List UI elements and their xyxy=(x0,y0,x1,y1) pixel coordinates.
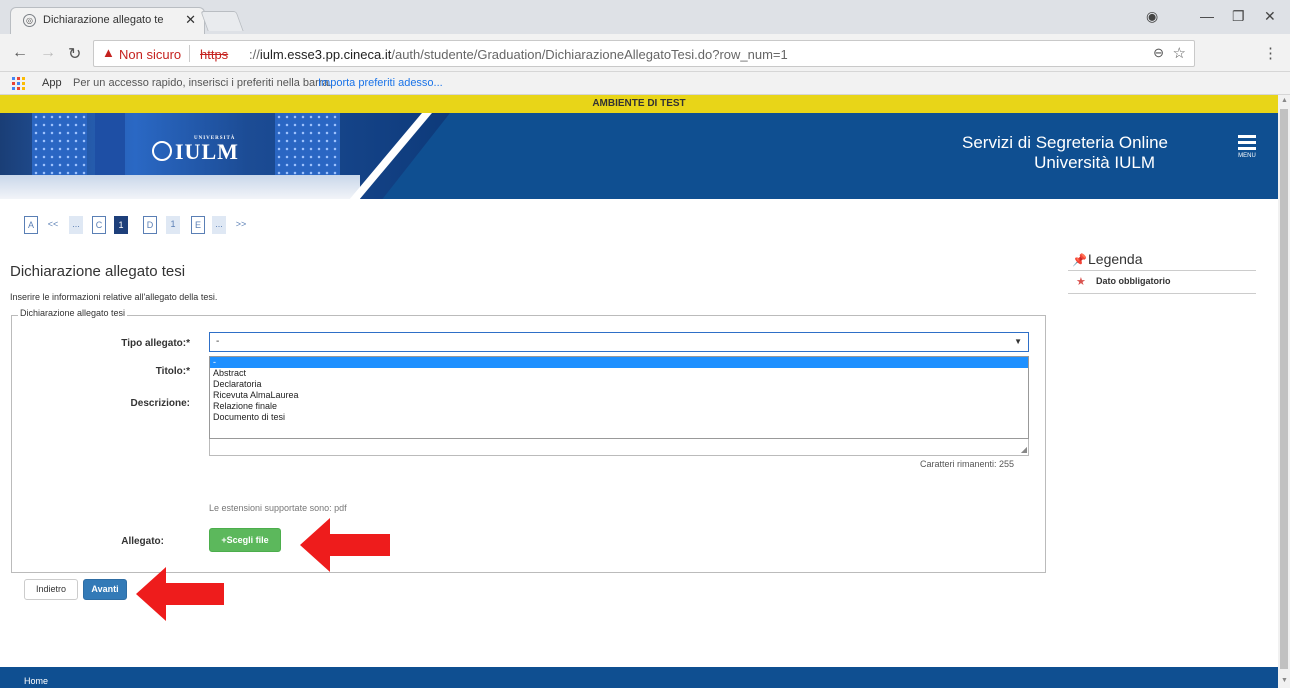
step-ellipsis: ... xyxy=(69,216,83,234)
back-button[interactable]: Indietro xyxy=(24,579,78,600)
header-title-line1: Servizi di Segreteria Online xyxy=(962,133,1168,152)
label-titolo: Titolo:* xyxy=(155,366,190,377)
apps-link[interactable]: App xyxy=(42,77,62,89)
bookmarks-bar: App Per un accesso rapido, inserisci i p… xyxy=(0,72,1290,95)
scroll-down-icon[interactable]: ▼ xyxy=(1281,677,1288,684)
profile-icon[interactable]: ◉ xyxy=(1146,8,1158,25)
iulm-seal-icon xyxy=(152,141,172,161)
url-text: ://iulm.esse3.pp.cineca.it/auth/studente… xyxy=(249,47,788,62)
iulm-logo[interactable]: IULM UNIVERSITÀ xyxy=(152,136,239,165)
option-dash[interactable]: - xyxy=(210,357,1028,368)
chevron-down-icon: ▼ xyxy=(1014,337,1022,346)
forward-arrow-icon[interactable]: → xyxy=(40,44,56,62)
header-title-line2: Università IULM xyxy=(1034,153,1155,172)
label-allegato: Allegato: xyxy=(121,536,164,547)
browser-menu-icon[interactable]: ⋮ xyxy=(1263,44,1278,62)
zoom-icon[interactable]: ⊖ xyxy=(1153,45,1164,61)
chars-remaining: Caratteri rimanenti: 255 xyxy=(920,459,1015,469)
scrollbar-thumb[interactable] xyxy=(1280,109,1288,669)
hamburger-icon xyxy=(1238,135,1256,138)
restore-icon[interactable]: ❐ xyxy=(1232,8,1245,25)
url-scheme: https xyxy=(200,47,229,62)
tipo-allegato-options: - Abstract Declaratoria Ricevuta AlmaLau… xyxy=(209,356,1029,439)
test-environment-banner: AMBIENTE DI TEST xyxy=(0,95,1278,113)
label-tipo-allegato: Tipo allegato:* xyxy=(121,338,190,349)
select-value: - xyxy=(216,336,220,347)
tipo-allegato-select[interactable]: - ▼ xyxy=(209,332,1029,352)
browser-tab-strip: ◎ Dichiarazione allegato te ✕ ◉ — ❐ ✕ xyxy=(0,0,1290,34)
step-d[interactable]: D xyxy=(143,216,157,234)
legend-divider xyxy=(1068,270,1256,271)
page-scrollbar[interactable]: ▲ ▼ xyxy=(1278,95,1290,688)
label-descrizione: Descrizione: xyxy=(130,398,190,409)
legend-required: Dato obbligatorio xyxy=(1096,276,1171,286)
scroll-up-icon[interactable]: ▲ xyxy=(1281,97,1288,104)
bookmarks-hint: Per un accesso rapido, inserisci i prefe… xyxy=(73,77,332,89)
insecure-label[interactable]: Non sicuro xyxy=(119,47,181,62)
step-ellipsis-2: ... xyxy=(212,216,226,234)
legend-divider-2 xyxy=(1068,293,1256,294)
page-intro: Inserire le informazioni relative all'al… xyxy=(10,292,218,302)
header-title: Servizi di Segreteria Online Università … xyxy=(962,133,1168,173)
address-bar-row: ← → ↻ ▲ Non sicuro https ://iulm.esse3.p… xyxy=(0,34,1290,72)
step-first[interactable]: << xyxy=(46,216,60,234)
footer-home-link[interactable]: Home xyxy=(24,676,48,686)
step-a[interactable]: A xyxy=(24,216,38,234)
choose-file-button[interactable]: +Scegli file xyxy=(209,528,281,552)
menu-label: MENU xyxy=(1238,153,1256,159)
pin-icon: 📌 xyxy=(1072,253,1087,267)
back-arrow-icon[interactable]: ← xyxy=(12,44,28,62)
required-star-icon: ★ xyxy=(1076,276,1086,288)
supported-extensions: Le estensioni supportate sono: pdf xyxy=(209,503,347,513)
reload-icon[interactable]: ↻ xyxy=(68,44,81,64)
annotation-arrow-next xyxy=(136,567,224,621)
browser-tab[interactable]: ◎ Dichiarazione allegato te ✕ xyxy=(10,7,205,34)
iulm-favicon-icon: ◎ xyxy=(23,14,36,27)
url-path: /auth/studente/Graduation/DichiarazioneA… xyxy=(391,47,788,62)
option-relazione-finale[interactable]: Relazione finale xyxy=(210,401,1028,412)
site-footer: Home xyxy=(0,667,1278,688)
site-header: IULM UNIVERSITÀ Servizi di Segreteria On… xyxy=(0,113,1278,199)
resize-grip-icon[interactable]: ◢ xyxy=(1021,445,1027,454)
new-tab-button[interactable] xyxy=(200,11,244,31)
step-e[interactable]: E xyxy=(191,216,205,234)
page-title: Dichiarazione allegato tesi xyxy=(10,263,186,280)
bookmark-star-icon[interactable]: ☆ xyxy=(1173,44,1186,62)
omnibox-separator xyxy=(189,45,190,62)
step-current: 1 xyxy=(114,216,128,234)
option-documento-di-tesi[interactable]: Documento di tesi xyxy=(210,412,1028,423)
url-host: iulm.esse3.pp.cineca.it xyxy=(259,47,392,62)
import-bookmarks-link[interactable]: Importa preferiti adesso... xyxy=(318,77,443,89)
step-d-1[interactable]: 1 xyxy=(166,216,180,234)
step-last[interactable]: >> xyxy=(234,216,248,234)
option-ricevuta-almalaurea[interactable]: Ricevuta AlmaLaurea xyxy=(210,390,1028,401)
minimize-icon[interactable]: — xyxy=(1200,8,1214,24)
option-declaratoria[interactable]: Declaratoria xyxy=(210,379,1028,390)
annotation-arrow-file xyxy=(300,518,390,572)
legend-title: Legenda xyxy=(1088,251,1143,267)
omnibox[interactable]: ▲ Non sicuro https ://iulm.esse3.pp.cine… xyxy=(93,40,1195,67)
apps-grid-icon[interactable] xyxy=(12,77,25,90)
page-viewport: AMBIENTE DI TEST IULM UNIVERSITÀ Servizi… xyxy=(0,95,1278,688)
tab-title: Dichiarazione allegato te xyxy=(43,14,164,26)
next-button[interactable]: Avanti xyxy=(83,579,127,600)
warning-triangle-icon: ▲ xyxy=(102,45,115,60)
window-close-icon[interactable]: ✕ xyxy=(1264,8,1276,25)
menu-button[interactable]: MENU xyxy=(1238,135,1256,159)
tab-close-icon[interactable]: ✕ xyxy=(185,12,196,28)
descrizione-textarea[interactable]: ◢ xyxy=(209,439,1029,456)
step-c[interactable]: C xyxy=(92,216,106,234)
fieldset-legend: Dichiarazione allegato tesi xyxy=(18,308,128,318)
option-abstract[interactable]: Abstract xyxy=(210,368,1028,379)
